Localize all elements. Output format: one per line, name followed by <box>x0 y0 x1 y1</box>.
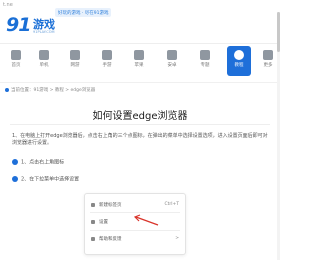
title-divider <box>10 124 270 125</box>
help-icon <box>91 236 95 241</box>
menu-row-chevron: > <box>175 236 179 241</box>
breadcrumb[interactable]: 当前位置：91游戏 > 教程 > edge浏览器 <box>5 87 95 93</box>
phone-icon <box>102 50 112 60</box>
nav-item-apple[interactable]: 苹果 <box>127 46 151 76</box>
nav-label: 苹果 <box>134 63 144 68</box>
step-text: 1、点击右上角图标 <box>21 159 65 166</box>
step-text: 2、在下拉菜单中选择设置 <box>21 176 80 183</box>
apple-icon <box>134 50 144 60</box>
nav-label: 安卓 <box>167 63 177 68</box>
gamepad-icon <box>39 50 49 60</box>
android-icon <box>167 50 177 60</box>
step-bullet-icon <box>12 176 18 182</box>
header-divider <box>0 43 280 44</box>
header-slogan: 好玩的游戏 · 尽在91游戏 <box>55 8 111 17</box>
nav-label: 首页 <box>11 63 21 68</box>
nav-item-mobile[interactable]: 手游 <box>95 46 119 76</box>
globe-icon <box>70 50 80 60</box>
nav-item-topics[interactable]: 专题 <box>193 46 217 76</box>
location-icon <box>5 87 9 92</box>
logo-number: 91 <box>6 14 31 36</box>
nav-item-android[interactable]: 安卓 <box>160 46 184 76</box>
nav-label: 网游 <box>70 63 80 68</box>
red-arrow-icon <box>133 214 159 226</box>
nav-item-home[interactable]: 首页 <box>4 46 28 76</box>
graduation-cap-icon <box>234 50 244 60</box>
main-nav: 首页 单机 网游 手游 苹果 安卓 专题 教程 更多 <box>0 46 280 78</box>
gear-icon <box>91 219 95 224</box>
menu-row-label: 新建标签页 <box>99 203 122 208</box>
article-step: 2、在下拉菜单中选择设置 <box>12 176 212 184</box>
nav-label: 单机 <box>39 63 49 68</box>
grid-icon <box>200 50 210 60</box>
menu-row-label: 设置 <box>99 220 108 225</box>
site-logo[interactable]: 91 游戏 91PLAY.COM <box>3 14 123 40</box>
menu-row-label: 帮助和反馈 <box>99 237 122 242</box>
scrollbar-thumb[interactable] <box>277 12 280 52</box>
nav-divider <box>0 82 280 83</box>
more-icon <box>263 50 273 60</box>
nav-label: 教程 <box>234 63 244 68</box>
menu-row: 帮助和反馈 <box>91 236 122 242</box>
nav-item-tutorials[interactable]: 教程 <box>227 46 251 76</box>
article-title: 如何设置edge浏览器 <box>92 111 188 122</box>
menu-row-shortcut: Ctrl+T <box>164 202 179 207</box>
nav-item-single[interactable]: 单机 <box>32 46 56 76</box>
menu-separator <box>90 230 180 231</box>
article-step: 1、点击右上角图标 <box>12 159 212 167</box>
breadcrumb-text: 当前位置：91游戏 > 教程 > edge浏览器 <box>11 88 96 93</box>
nav-label: 手游 <box>102 63 112 68</box>
step-bullet-icon <box>12 159 18 165</box>
home-icon <box>11 50 21 60</box>
menu-row: 设置 <box>91 219 108 225</box>
article-paragraph: 1、在电脑上打开edge浏览器后，点击右上角的三个点图标，在弹出的菜单中选择设置… <box>12 133 268 146</box>
tab-icon <box>91 202 95 207</box>
nav-item-online[interactable]: 网游 <box>63 46 87 76</box>
top-status-strip: t.ne <box>3 2 13 8</box>
menu-row: 新建标签页 <box>91 202 122 208</box>
logo-subtext: 91PLAY.COM <box>33 30 55 34</box>
nav-label: 专题 <box>200 63 210 68</box>
